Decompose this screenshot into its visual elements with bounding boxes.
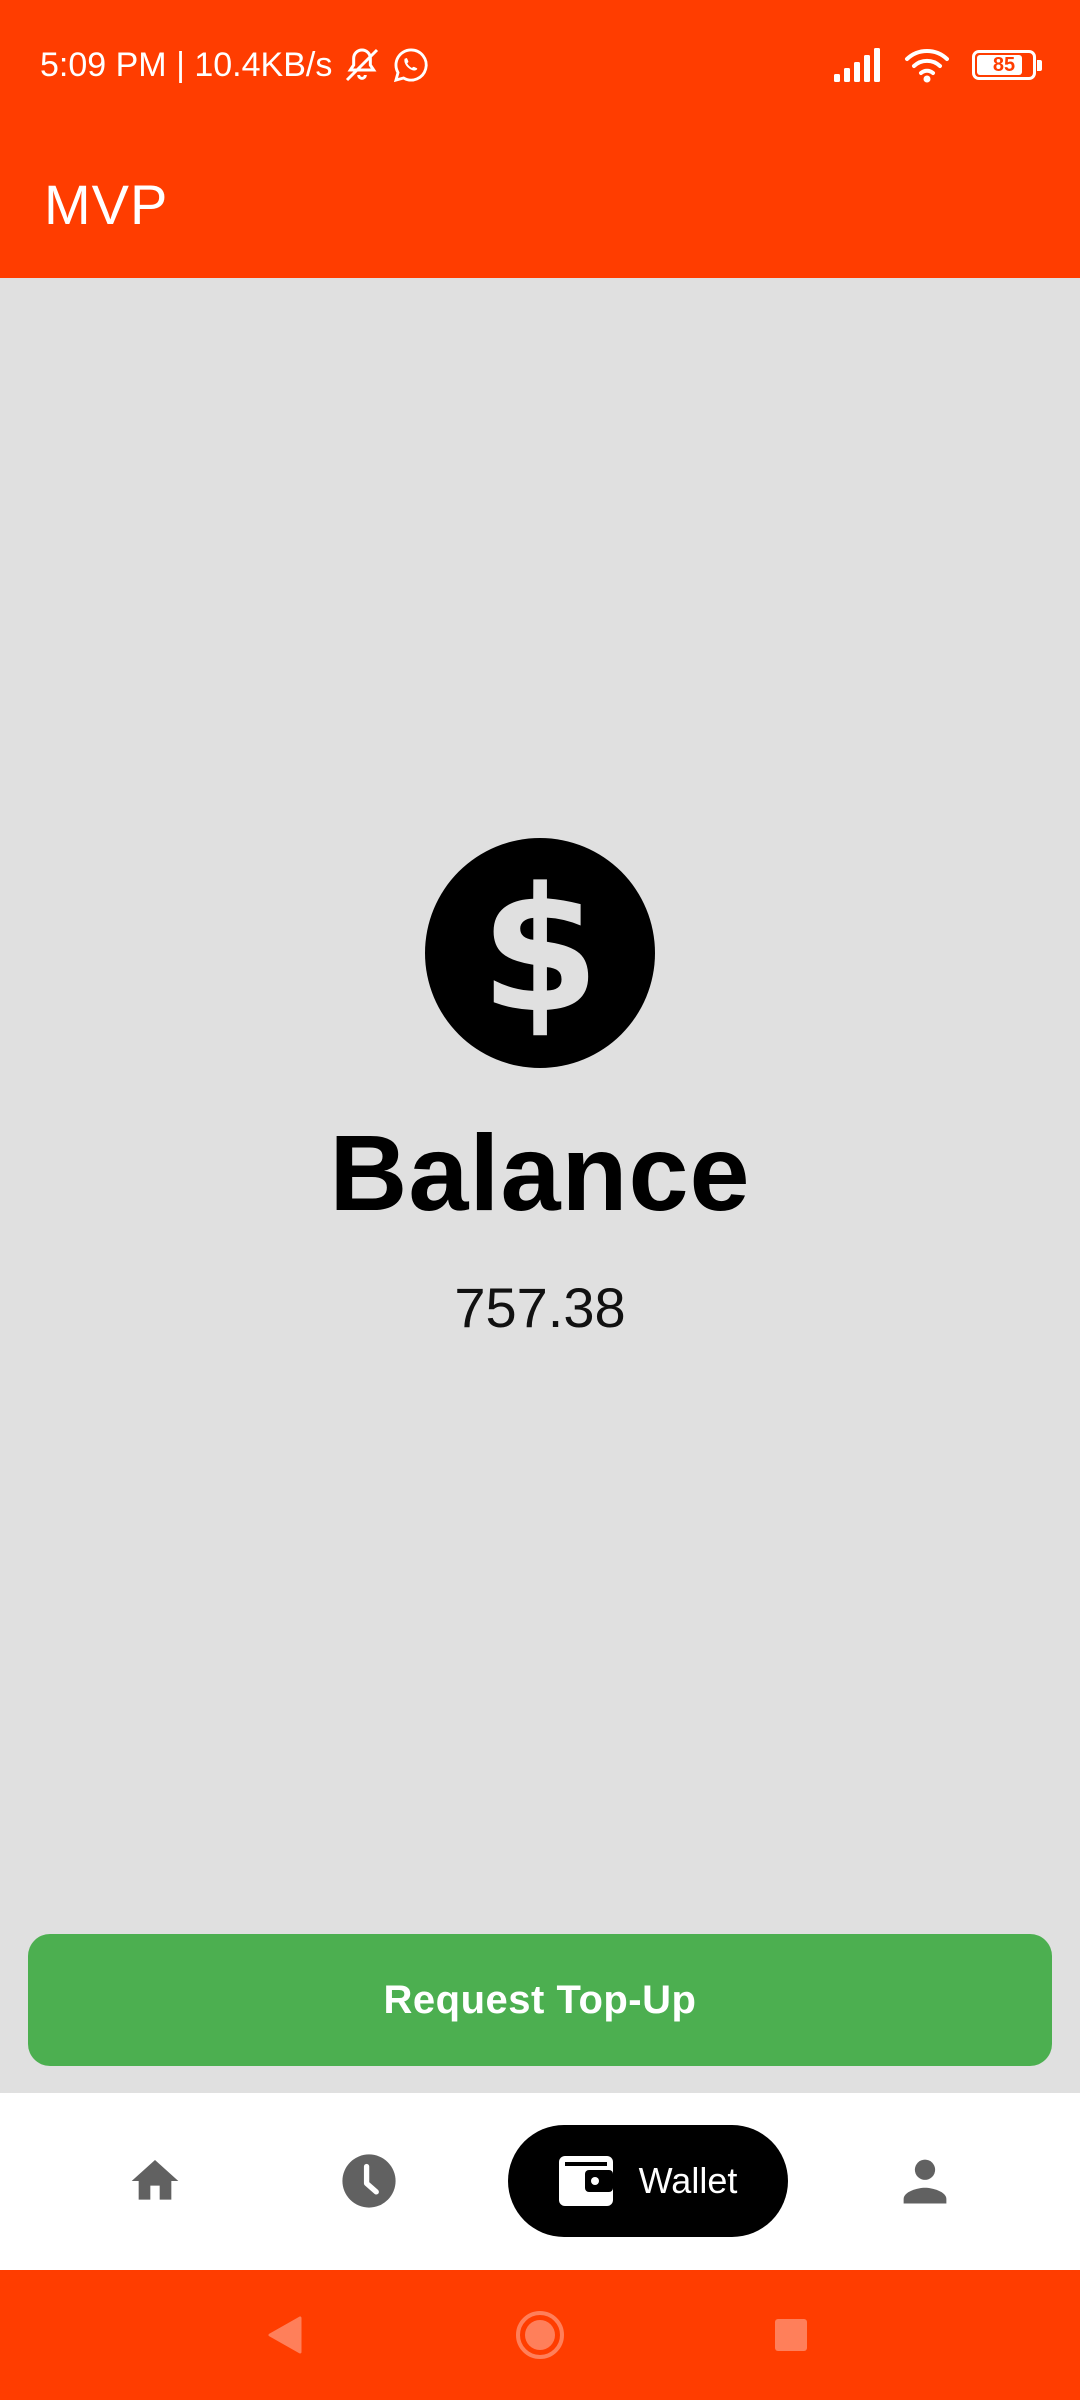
system-home-button[interactable] <box>505 2270 575 2400</box>
svg-text:$: $ <box>480 850 600 1051</box>
dollar-circle-icon: $ <box>425 838 655 1068</box>
wallet-icon <box>558 2156 613 2206</box>
balance-title: Balance <box>329 1112 751 1233</box>
bell-off-icon <box>346 48 379 82</box>
wallet-screen: $ Balance 757.38 Request Top-Up <box>0 278 1080 2093</box>
request-topup-label: Request Top-Up <box>383 1977 697 2022</box>
status-time: 5:09 PM | 10.4KB/s <box>40 45 333 84</box>
system-back-button[interactable] <box>250 2270 320 2400</box>
signal-icon <box>834 48 880 82</box>
app-bar: MVP <box>0 130 1080 278</box>
app-title: MVP <box>44 172 169 236</box>
nav-item-wallet[interactable]: Wallet <box>508 2125 788 2237</box>
balance-amount: 757.38 <box>454 1276 626 1339</box>
status-left: 5:09 PM | 10.4KB/s <box>40 45 430 85</box>
home-icon <box>131 2160 179 2200</box>
whatsapp-icon <box>394 48 428 83</box>
balance-section: $ Balance 757.38 <box>0 838 1080 1340</box>
recents-icon <box>775 2319 807 2351</box>
request-topup-button[interactable]: Request Top-Up <box>28 1934 1052 2066</box>
clock-icon <box>342 2154 396 2208</box>
nav-wallet-label: Wallet <box>638 2160 738 2201</box>
nav-item-history[interactable] <box>314 2125 424 2237</box>
home-circle-icon <box>516 2311 564 2359</box>
person-icon <box>903 2159 947 2204</box>
system-recents-button[interactable] <box>756 2270 826 2400</box>
bottom-nav: Wallet <box>0 2093 1080 2270</box>
system-nav-bar <box>0 2270 1080 2400</box>
nav-item-profile[interactable] <box>870 2125 980 2237</box>
wifi-icon <box>905 49 949 83</box>
back-icon <box>268 2316 302 2354</box>
battery-icon: 85 <box>972 50 1042 80</box>
status-right: 85 <box>834 47 1042 83</box>
battery-level: 85 <box>992 53 1016 76</box>
status-bar: 5:09 PM | 10.4KB/s 85 <box>0 0 1080 130</box>
nav-item-home[interactable] <box>100 2125 210 2237</box>
